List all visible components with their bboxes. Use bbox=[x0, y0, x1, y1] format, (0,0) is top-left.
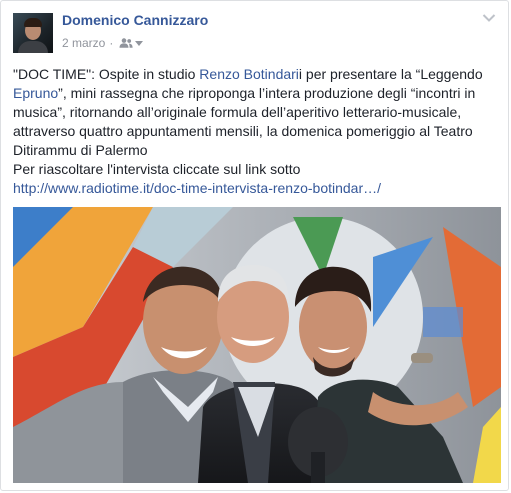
avatar-hair bbox=[24, 18, 42, 27]
photo-icon bbox=[13, 207, 501, 483]
meta-separator: · bbox=[109, 36, 114, 50]
post-header: Domenico Cannizzaro 2 marzo · bbox=[13, 11, 496, 55]
post-text-part: i per presentare la “Leggendo bbox=[298, 66, 483, 82]
author-name-link[interactable]: Domenico Cannizzaro bbox=[62, 12, 208, 28]
post-photo[interactable] bbox=[13, 207, 501, 483]
post-text-line: Per riascoltare l'intervista cliccate su… bbox=[13, 161, 301, 177]
audience-selector[interactable] bbox=[119, 38, 144, 48]
avatar-body bbox=[18, 41, 48, 53]
post-paragraph: Per riascoltare l'intervista cliccate su… bbox=[13, 160, 499, 179]
friends-icon bbox=[119, 38, 133, 48]
mention-epruno[interactable]: Epruno bbox=[13, 85, 58, 101]
post-text-part: ”, mini rassegna che riproponga l’intera… bbox=[13, 85, 476, 158]
author-avatar[interactable] bbox=[13, 13, 53, 53]
chevron-down-icon[interactable] bbox=[482, 13, 496, 23]
post-date[interactable]: 2 marzo bbox=[62, 36, 105, 50]
external-link[interactable]: http://www.radiotime.it/doc-time-intervi… bbox=[13, 179, 381, 198]
post-text: "DOC TIME": Ospite in studio Renzo Botin… bbox=[13, 65, 499, 198]
post-paragraph: "DOC TIME": Ospite in studio Renzo Botin… bbox=[13, 65, 499, 160]
mention-renzo-botindari[interactable]: Renzo Botindari bbox=[199, 66, 299, 82]
post-paragraph: http://www.radiotime.it/doc-time-intervi… bbox=[13, 179, 499, 198]
post-card: Domenico Cannizzaro 2 marzo · "DOC TIME"… bbox=[0, 0, 509, 491]
post-meta: 2 marzo · bbox=[62, 35, 144, 51]
post-text-part: "DOC TIME": Ospite in studio bbox=[13, 66, 200, 82]
audience-caret-icon bbox=[135, 40, 144, 46]
post-footer-divider bbox=[1, 490, 508, 491]
